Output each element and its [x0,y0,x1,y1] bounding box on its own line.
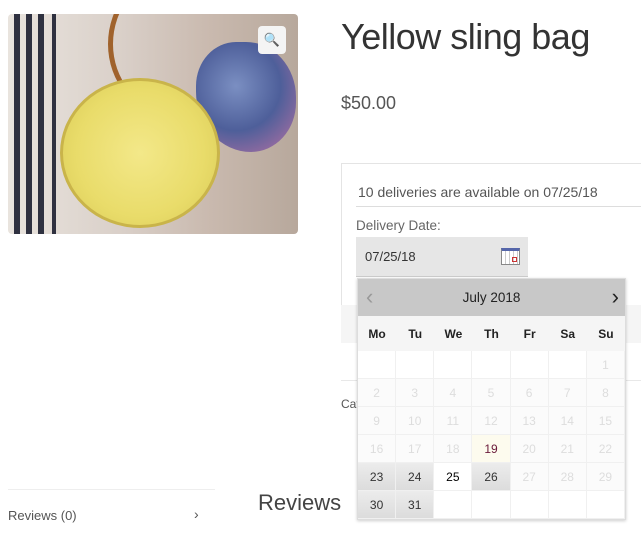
divider [8,489,215,490]
day-cell: 9 [358,407,397,435]
day-cell: 17 [396,435,435,463]
empty-day-cell [510,491,549,519]
weekday-label: We [444,326,463,341]
month-label: July 2018 [462,290,521,305]
weekday-label: Mo [368,326,386,341]
day-cell: 10 [396,407,435,435]
empty-day-cell [358,351,397,379]
datepicker: ‹ July 2018 › Mo Tu We Th Fr Sa Su 1 2 3 4 5 6 7 8 9 10… [357,278,626,520]
day-cell[interactable]: 26 [472,463,511,491]
reviews-heading: Reviews [258,490,342,515]
day-cell: 14 [548,407,587,435]
weekday-label: Sa [560,326,576,341]
empty-day-cell [548,491,587,519]
weekday-label: Tu [408,326,423,341]
datepicker-header: ‹ July 2018 › [358,279,625,316]
weekday-header: Mo Tu We Th Fr Sa Su [358,316,625,351]
empty-day-cell [434,351,473,379]
day-cell: 15 [586,407,625,435]
product-title: Yellow sling bag [341,16,590,57]
next-month-button[interactable]: › [612,284,619,310]
day-cell[interactable]: 31 [396,491,435,519]
weekday-label: Su [598,326,614,341]
day-cell: 16 [358,435,397,463]
day-cell[interactable]: 19 [472,435,511,463]
day-cell: 3 [396,379,435,407]
empty-day-cell [586,491,625,519]
product-price: $50.00 [341,93,397,113]
day-cell: 18 [434,435,473,463]
day-cell: 21 [548,435,587,463]
delivery-date-label: Delivery Date: [356,218,441,233]
day-cell: 12 [472,407,511,435]
day-cell: 7 [548,379,587,407]
zoom-image-button[interactable]: 🔍 [258,26,286,54]
empty-day-cell [434,491,473,519]
empty-day-cell [396,351,435,379]
availability-text: 10 deliveries are available on 07/25/18 [358,184,598,200]
day-cell: 1 [586,351,625,379]
empty-day-cell [472,491,511,519]
empty-day-cell [510,351,549,379]
day-cell: 8 [586,379,625,407]
day-cell: 28 [548,463,587,491]
prev-month-button[interactable]: ‹ [366,284,373,310]
day-cell: 13 [510,407,549,435]
day-cell: 6 [510,379,549,407]
day-cell: 20 [510,435,549,463]
day-cell: 5 [472,379,511,407]
day-grid: 1 2 3 4 5 6 7 8 9 10 11 12 13 14 15 16 17 18 19 20 21 22 23 24 2… [358,351,625,519]
weekday-label: Fr [523,326,536,341]
empty-day-cell [472,351,511,379]
divider [356,206,641,207]
day-cell: 11 [434,407,473,435]
empty-day-cell [548,351,587,379]
day-cell: 29 [586,463,625,491]
product-image[interactable] [8,14,298,234]
tab-reviews[interactable]: Reviews (0) [8,508,77,523]
day-cell[interactable]: 25 [434,463,473,491]
weekday-label: Th [484,326,499,341]
day-cell[interactable]: 24 [396,463,435,491]
magnifier-plus-icon: 🔍 [263,32,281,47]
chevron-right-icon: › [194,506,199,522]
calendar-icon[interactable] [501,248,520,265]
day-cell[interactable]: 23 [358,463,397,491]
day-cell: 27 [510,463,549,491]
day-cell: 2 [358,379,397,407]
day-cell: 22 [586,435,625,463]
day-cell: 4 [434,379,473,407]
day-cell[interactable]: 30 [358,491,397,519]
